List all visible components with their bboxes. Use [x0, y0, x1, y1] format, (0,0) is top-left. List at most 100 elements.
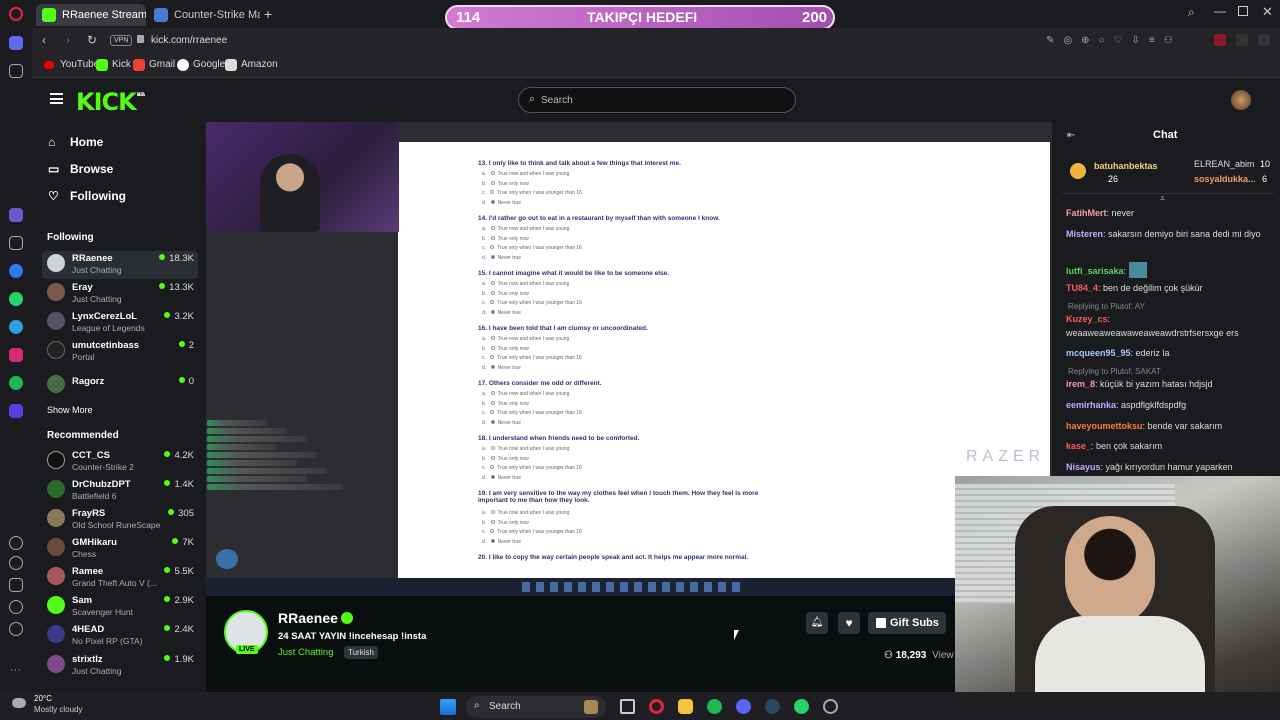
radio-icon[interactable]	[490, 446, 495, 450]
extension-icon[interactable]	[1236, 34, 1248, 46]
streamer-name[interactable]: RRaenee	[278, 610, 338, 626]
sidebar-channel[interactable]: Eray Just Chatting 13.3K	[42, 280, 198, 308]
radio-icon[interactable]	[490, 235, 495, 240]
whatsapp-taskbar-icon[interactable]	[794, 699, 809, 714]
sidebar-channel[interactable]: RRaenee Just Chatting 18.3K	[42, 251, 198, 279]
answer-option[interactable]: b. True only now	[482, 290, 529, 297]
minimize-button[interactable]: —	[1214, 4, 1226, 18]
answer-option[interactable]: b. True only now	[482, 345, 529, 352]
answer-option[interactable]: d. Never true	[482, 474, 521, 481]
telegram-icon[interactable]	[9, 320, 23, 334]
radio-icon[interactable]	[490, 474, 495, 479]
hamburger-menu-icon[interactable]	[50, 93, 63, 104]
maximize-button[interactable]	[1238, 6, 1248, 16]
spotify-taskbar-icon[interactable]	[707, 699, 722, 714]
show-more-button[interactable]: Show More	[47, 405, 93, 415]
heart-icon[interactable]	[9, 536, 23, 550]
nav-browse[interactable]: ▭ Browse	[48, 162, 113, 176]
radio-icon[interactable]	[490, 510, 495, 514]
back-icon[interactable]: ‹	[42, 33, 46, 47]
radio-icon[interactable]	[490, 254, 495, 259]
reload-icon[interactable]: ↻	[87, 33, 97, 47]
home-icon[interactable]	[9, 36, 23, 50]
user-avatar[interactable]	[1231, 90, 1251, 110]
answer-option[interactable]: d. Never true	[482, 364, 521, 371]
vpn-badge[interactable]: VPN	[110, 35, 133, 46]
forward-icon[interactable]: ›	[66, 33, 70, 47]
kick-logo[interactable]: KICKBETA	[76, 88, 145, 116]
sidebar-channel[interactable]: FrayRS Old School RuneScape 305	[42, 506, 198, 534]
sidebar-channel[interactable]: Ramee Grand Theft Auto V (... 5.5K	[42, 564, 198, 592]
radio-icon[interactable]	[490, 391, 495, 395]
close-window-button[interactable]: ✕	[1262, 4, 1273, 20]
answer-option[interactable]: a. True now and when I was young	[482, 510, 569, 516]
answer-option[interactable]: b. True only now	[482, 400, 529, 407]
language-tag[interactable]: Turkish	[344, 646, 378, 659]
settings-icon[interactable]	[9, 600, 23, 614]
extension-icon[interactable]	[1214, 34, 1226, 46]
radio-icon[interactable]	[490, 199, 495, 204]
taskbar-search-input[interactable]: ⌕ Search	[466, 696, 606, 718]
radio-icon[interactable]	[490, 410, 495, 414]
answer-option[interactable]: a. True now and when I was young	[482, 446, 569, 452]
radio-icon[interactable]	[490, 419, 495, 424]
workspace-icon[interactable]	[9, 236, 23, 250]
url-input[interactable]: kick.com/rraenee	[151, 35, 227, 46]
radio-icon[interactable]	[490, 309, 495, 314]
whatsapp-icon[interactable]	[9, 292, 23, 306]
answer-option[interactable]: b. True only now	[482, 235, 529, 242]
radio-icon[interactable]	[490, 281, 495, 285]
answer-option[interactable]: c. True only when I was younger than 16	[482, 245, 582, 251]
radio-icon[interactable]	[490, 290, 495, 295]
weather-desc[interactable]: Mostly cloudy	[34, 705, 82, 714]
star-icon[interactable]	[9, 64, 23, 78]
answer-option[interactable]: c. True only when I was younger than 16	[482, 465, 582, 471]
sidebar-channel[interactable]: LynxCerezLoL League of Legends 3.2K	[42, 309, 198, 337]
profile-icons[interactable]	[1214, 34, 1274, 48]
follow-heart-button[interactable]: ♥	[838, 612, 860, 634]
bookmark-youtube[interactable]: YouTube	[44, 59, 99, 70]
nav-home[interactable]: ⌂ Home	[48, 135, 103, 149]
settings-taskbar-icon[interactable]	[823, 699, 838, 714]
tab-counter-strike[interactable]: Counter-Strike Matches &	[148, 4, 260, 26]
bookmark-amazon[interactable]: Amazon	[225, 59, 278, 71]
answer-option[interactable]: d. Never true	[482, 309, 521, 316]
tab-rraenee[interactable]: RRaenee Stream - Wa	[36, 4, 146, 26]
answer-option[interactable]: a. True now and when I was young	[482, 226, 569, 232]
answer-option[interactable]: a. True now and when I was young	[482, 391, 569, 397]
tips-icon[interactable]	[9, 622, 23, 636]
radio-icon[interactable]	[490, 226, 495, 230]
radio-icon[interactable]	[490, 455, 495, 460]
radio-icon[interactable]	[490, 538, 495, 543]
opera-taskbar-icon[interactable]	[649, 699, 664, 714]
radio-icon[interactable]	[490, 345, 495, 350]
answer-option[interactable]: d. Never true	[482, 199, 521, 206]
sidebar-channel[interactable]: Sam Scavenger Hunt 2.9K	[42, 593, 198, 621]
extensions-icon[interactable]	[9, 578, 23, 592]
radio-icon[interactable]	[490, 465, 495, 469]
answer-option[interactable]: c. True only when I was younger than 16	[482, 529, 582, 535]
radio-icon[interactable]	[490, 355, 495, 359]
answer-option[interactable]: b. True only now	[482, 519, 529, 526]
sidebar-channel[interactable]: Ragorz 0	[42, 372, 198, 400]
nav-following[interactable]: ♡ Following	[48, 189, 126, 203]
answer-option[interactable]: d. Never true	[482, 254, 521, 261]
sidebar-channel[interactable]: umutcetinbass Portal 2	[42, 338, 198, 366]
tab-search-icon[interactable]: ⌕	[1188, 5, 1195, 20]
discord-taskbar-icon[interactable]	[736, 699, 751, 714]
windows-start-icon[interactable]	[440, 699, 456, 715]
toolbar-extension-icons[interactable]: ✎◎⊕○♡⇩≡⚇	[1046, 35, 1182, 46]
bookmark-kick[interactable]: Kick	[96, 59, 131, 71]
sidebar-channel[interactable]: DrChubzDPT Battlefield 6 1.4K	[42, 477, 198, 505]
radio-icon[interactable]	[490, 180, 495, 185]
radio-icon[interactable]	[490, 190, 495, 194]
history-icon[interactable]	[9, 556, 23, 570]
radio-icon[interactable]	[490, 300, 495, 304]
chat-expand-icon[interactable]: ⩡	[1160, 193, 1165, 204]
sidebar-channel[interactable]: GMHikaru Chess 7K	[42, 535, 198, 563]
radio-icon[interactable]	[490, 400, 495, 405]
spotify-icon[interactable]	[9, 376, 23, 390]
new-tab-button[interactable]: +	[264, 6, 272, 22]
answer-option[interactable]: d. Never true	[482, 419, 521, 426]
answer-option[interactable]: a. True now and when I was young	[482, 171, 569, 177]
